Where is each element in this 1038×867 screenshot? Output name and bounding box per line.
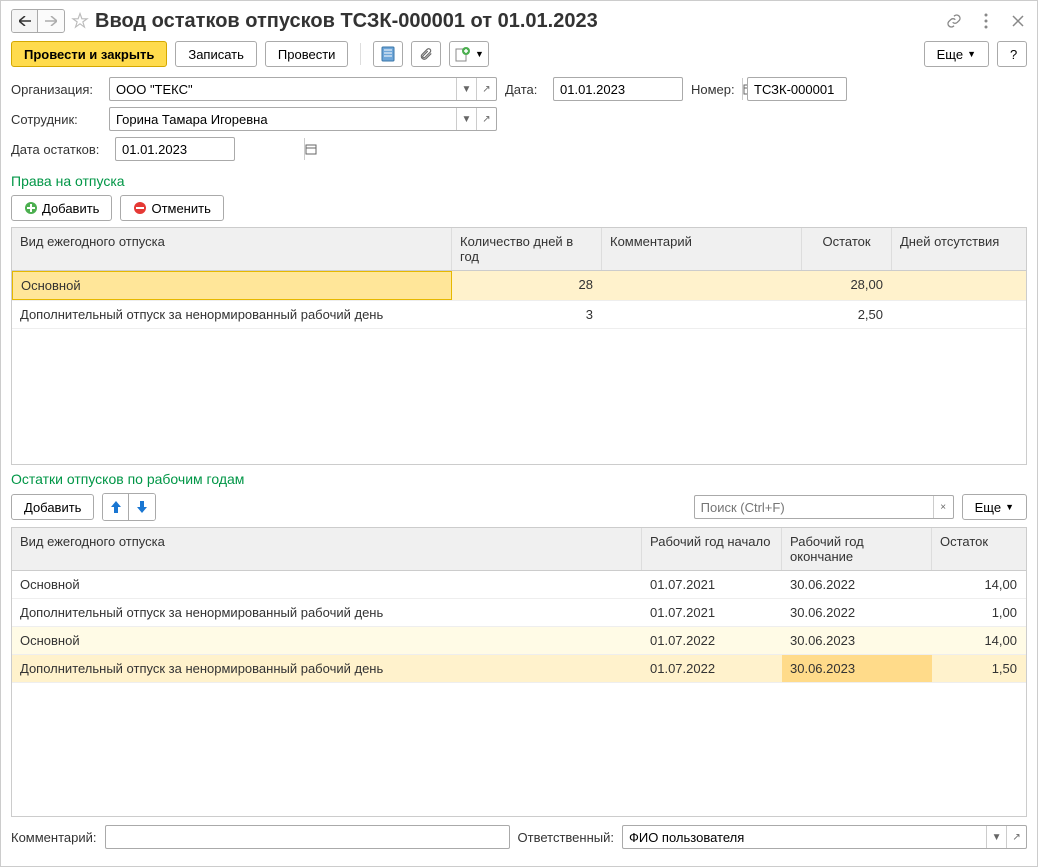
calendar-icon[interactable] xyxy=(304,138,317,160)
section1-title: Права на отпуска xyxy=(11,173,1027,189)
write-button[interactable]: Записать xyxy=(175,41,257,67)
table1-header: Вид ежегодного отпуска Количество дней в… xyxy=(12,228,1026,271)
search-input[interactable] xyxy=(695,496,933,518)
open-icon[interactable]: ↗ xyxy=(1006,826,1026,848)
table2-row[interactable]: Основной 01.07.2022 30.06.2023 14,00 xyxy=(12,627,1026,655)
move-down-button[interactable] xyxy=(129,494,155,520)
report-button[interactable] xyxy=(373,41,403,67)
responsible-input[interactable] xyxy=(623,826,986,848)
org-input[interactable] xyxy=(110,78,456,100)
number-input[interactable] xyxy=(748,78,936,100)
table1-row[interactable]: Дополнительный отпуск за ненормированный… xyxy=(12,301,1026,329)
kebab-icon[interactable] xyxy=(977,12,995,30)
link-icon[interactable] xyxy=(945,12,963,30)
employee-label: Сотрудник: xyxy=(11,112,101,127)
comment-input[interactable] xyxy=(106,826,509,848)
add-button[interactable]: Добавить xyxy=(11,195,112,221)
more-button-2[interactable]: Еще ▼ xyxy=(962,494,1027,520)
cancel-button[interactable]: Отменить xyxy=(120,195,223,221)
remdate-label: Дата остатков: xyxy=(11,142,107,157)
remdate-input[interactable] xyxy=(116,138,304,160)
post-close-button[interactable]: Провести и закрыть xyxy=(11,41,167,67)
post-button[interactable]: Провести xyxy=(265,41,349,67)
table2-row[interactable]: Дополнительный отпуск за ненормированный… xyxy=(12,655,1026,683)
open-icon[interactable]: ↗ xyxy=(476,78,496,100)
table1-row[interactable]: Основной 28 28,00 xyxy=(12,271,1026,301)
star-icon[interactable] xyxy=(71,12,89,30)
table2-header: Вид ежегодного отпуска Рабочий год начал… xyxy=(12,528,1026,571)
open-icon[interactable]: ↗ xyxy=(476,108,496,130)
add-button-2[interactable]: Добавить xyxy=(11,494,94,520)
dropdown-icon[interactable]: ▼ xyxy=(456,78,476,100)
more-button[interactable]: Еще ▼ xyxy=(924,41,989,67)
responsible-label: Ответственный: xyxy=(518,830,614,845)
table2-row[interactable]: Основной 01.07.2021 30.06.2022 14,00 xyxy=(12,571,1026,599)
number-label: Номер: xyxy=(691,82,739,97)
clear-search-icon[interactable]: × xyxy=(933,496,953,518)
date-label: Дата: xyxy=(505,82,545,97)
attach-button[interactable] xyxy=(411,41,441,67)
org-label: Организация: xyxy=(11,82,101,97)
dropdown-icon[interactable]: ▼ xyxy=(456,108,476,130)
create-based-button[interactable]: ▼ xyxy=(449,41,489,67)
window-title: Ввод остатков отпусков ТСЗК-000001 от 01… xyxy=(95,10,939,33)
section2-title: Остатки отпусков по рабочим годам xyxy=(11,471,1027,487)
comment-label: Комментарий: xyxy=(11,830,97,845)
table2-row[interactable]: Дополнительный отпуск за ненормированный… xyxy=(12,599,1026,627)
forward-button[interactable] xyxy=(38,10,64,32)
back-button[interactable] xyxy=(12,10,38,32)
employee-input[interactable] xyxy=(110,108,456,130)
dropdown-icon[interactable]: ▼ xyxy=(986,826,1006,848)
move-up-button[interactable] xyxy=(103,494,129,520)
close-icon[interactable] xyxy=(1009,12,1027,30)
help-button[interactable]: ? xyxy=(997,41,1027,67)
